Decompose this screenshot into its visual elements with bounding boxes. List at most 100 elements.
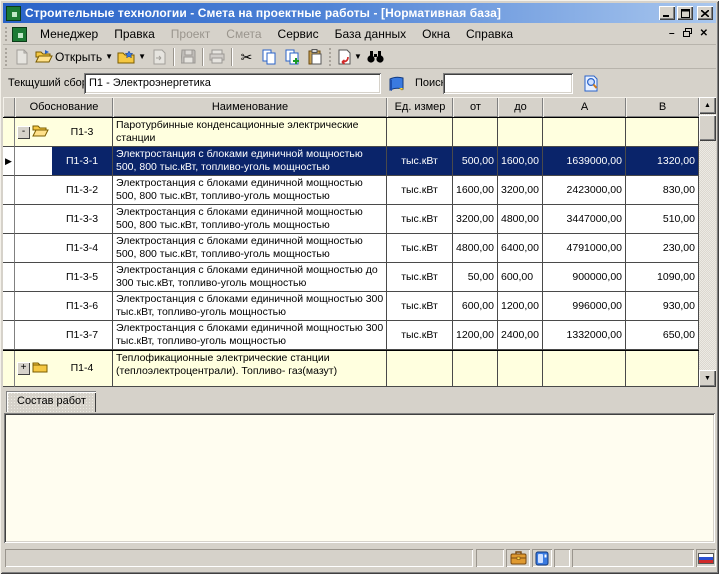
scroll-up-button[interactable]: ▲ xyxy=(699,97,716,114)
menu-item-1[interactable]: Правка xyxy=(106,25,163,43)
a-cell[interactable] xyxy=(543,351,626,387)
column-header[interactable]: Обоснование xyxy=(15,97,113,117)
to-cell[interactable]: 6400,00 xyxy=(498,234,543,263)
minimize-button[interactable] xyxy=(659,6,675,20)
from-cell[interactable]: 1600,00 xyxy=(453,176,498,205)
collapse-button[interactable]: - xyxy=(17,126,30,139)
from-cell[interactable]: 4800,00 xyxy=(453,234,498,263)
new-collection-button[interactable]: ▼ xyxy=(115,46,148,68)
open-button[interactable]: Открыть ▼ xyxy=(33,46,115,68)
maximize-button[interactable] xyxy=(677,6,693,20)
b-cell[interactable]: 650,00 xyxy=(626,321,699,350)
import-button[interactable] xyxy=(148,46,171,68)
unit-cell[interactable]: тыс.кВт xyxy=(387,147,453,176)
to-cell[interactable] xyxy=(498,351,543,387)
unit-cell[interactable]: тыс.кВт xyxy=(387,234,453,263)
indicator-cell[interactable] xyxy=(3,176,15,205)
table-row-П1-3-2[interactable]: П1-3-2Электростанция с блоками единичной… xyxy=(3,176,699,205)
obosnovanie-cell[interactable]: П1-3-7 xyxy=(15,321,113,350)
close-button[interactable] xyxy=(697,6,713,20)
mdi-close-button[interactable]: ✕ xyxy=(700,29,708,39)
name-cell[interactable]: Электростанция с блоками единичной мощно… xyxy=(113,263,387,292)
mdi-child-icon[interactable] xyxy=(12,27,27,42)
from-cell[interactable]: 500,00 xyxy=(453,147,498,176)
tab-sostav-rabot[interactable]: Состав работ xyxy=(6,391,96,412)
name-cell[interactable]: Паротурбинные конденсационные электричес… xyxy=(113,118,387,147)
collection-select-button[interactable] xyxy=(386,73,406,94)
indicator-cell[interactable] xyxy=(3,234,15,263)
copy-add-button[interactable] xyxy=(281,46,304,68)
obosnovanie-cell[interactable]: П1-3-1 xyxy=(15,147,113,176)
column-header[interactable]: А xyxy=(543,97,626,117)
menu-item-0[interactable]: Менеджер xyxy=(32,25,106,43)
b-cell[interactable] xyxy=(626,118,699,147)
menu-item-7[interactable]: Справка xyxy=(458,25,521,43)
vertical-scrollbar[interactable]: ▲ ▼ xyxy=(699,97,716,387)
a-cell[interactable]: 1332000,00 xyxy=(543,321,626,350)
menu-item-5[interactable]: База данных xyxy=(327,25,414,43)
indicator-cell[interactable] xyxy=(3,292,15,321)
mdi-minimize-button[interactable]: – xyxy=(669,29,675,39)
app-icon[interactable] xyxy=(6,6,21,21)
unit-cell[interactable]: тыс.кВт xyxy=(387,292,453,321)
b-cell[interactable]: 930,00 xyxy=(626,292,699,321)
name-cell[interactable]: Теплофикационные электрические станции (… xyxy=(113,351,387,387)
b-cell[interactable]: 230,00 xyxy=(626,234,699,263)
new-document-button[interactable] xyxy=(10,46,33,68)
name-cell[interactable]: Электростанция с блоками единичной мощно… xyxy=(113,321,387,350)
indicator-cell[interactable] xyxy=(3,263,15,292)
column-header[interactable]: В xyxy=(626,97,699,117)
column-header[interactable]: Наименование xyxy=(113,97,387,117)
from-cell[interactable] xyxy=(453,351,498,387)
unit-cell[interactable] xyxy=(387,351,453,387)
status-panel-language[interactable] xyxy=(696,549,716,567)
obosnovanie-cell[interactable]: +П1-4 xyxy=(15,351,113,387)
unit-cell[interactable]: тыс.кВт xyxy=(387,321,453,350)
a-cell[interactable]: 996000,00 xyxy=(543,292,626,321)
from-cell[interactable]: 600,00 xyxy=(453,292,498,321)
column-header[interactable]: до xyxy=(498,97,543,117)
cut-button[interactable]: ✂ xyxy=(235,46,258,68)
to-cell[interactable]: 600,00 xyxy=(498,263,543,292)
menubar-grip[interactable] xyxy=(4,26,9,42)
from-cell[interactable] xyxy=(453,118,498,147)
indicator-cell[interactable] xyxy=(3,321,15,350)
to-cell[interactable]: 2400,00 xyxy=(498,321,543,350)
b-cell[interactable]: 830,00 xyxy=(626,176,699,205)
table-row-П1-3-4[interactable]: П1-3-4Электростанция с блоками единичной… xyxy=(3,234,699,263)
export-button[interactable]: ▼ xyxy=(334,46,364,68)
name-cell[interactable]: Электростанция с блоками единичной мощно… xyxy=(113,205,387,234)
b-cell[interactable]: 1320,00 xyxy=(626,147,699,176)
name-cell[interactable]: Электростанция с блоками единичной мощно… xyxy=(113,292,387,321)
column-header[interactable]: Ед. измер xyxy=(387,97,453,117)
a-cell[interactable] xyxy=(543,118,626,147)
scroll-down-button[interactable]: ▼ xyxy=(699,370,716,387)
obosnovanie-cell[interactable]: -П1-3 xyxy=(15,118,113,147)
indicator-cell[interactable] xyxy=(3,205,15,234)
unit-cell[interactable]: тыс.кВт xyxy=(387,263,453,292)
table-row-П1-3-1[interactable]: ▶П1-3-1Электростанция с блоками единично… xyxy=(3,147,699,176)
name-cell[interactable]: Электростанция с блоками единичной мощно… xyxy=(113,147,387,176)
a-cell[interactable]: 1639000,00 xyxy=(543,147,626,176)
a-cell[interactable]: 4791000,00 xyxy=(543,234,626,263)
search-button[interactable] xyxy=(581,73,601,94)
from-cell[interactable]: 1200,00 xyxy=(453,321,498,350)
to-cell[interactable]: 1200,00 xyxy=(498,292,543,321)
indicator-cell[interactable] xyxy=(3,118,15,147)
toolbar-grip[interactable] xyxy=(4,47,9,66)
obosnovanie-cell[interactable]: П1-3-5 xyxy=(15,263,113,292)
to-cell[interactable] xyxy=(498,118,543,147)
to-cell[interactable]: 4800,00 xyxy=(498,205,543,234)
b-cell[interactable]: 510,00 xyxy=(626,205,699,234)
menu-item-4[interactable]: Сервис xyxy=(270,25,327,43)
table-row-П1-3[interactable]: -П1-3Паротурбинные конденсационные элект… xyxy=(3,117,699,147)
name-cell[interactable]: Электростанция с блоками единичной мощно… xyxy=(113,234,387,263)
scrollbar-thumb[interactable] xyxy=(699,115,716,141)
obosnovanie-cell[interactable]: П1-3-4 xyxy=(15,234,113,263)
b-cell[interactable]: 1090,00 xyxy=(626,263,699,292)
toolbar-grip[interactable] xyxy=(328,47,333,66)
table-row-П1-3-6[interactable]: П1-3-6Электростанция с блоками единичной… xyxy=(3,292,699,321)
b-cell[interactable] xyxy=(626,351,699,387)
mdi-restore-button[interactable] xyxy=(683,28,692,40)
expand-button[interactable]: + xyxy=(17,362,30,375)
